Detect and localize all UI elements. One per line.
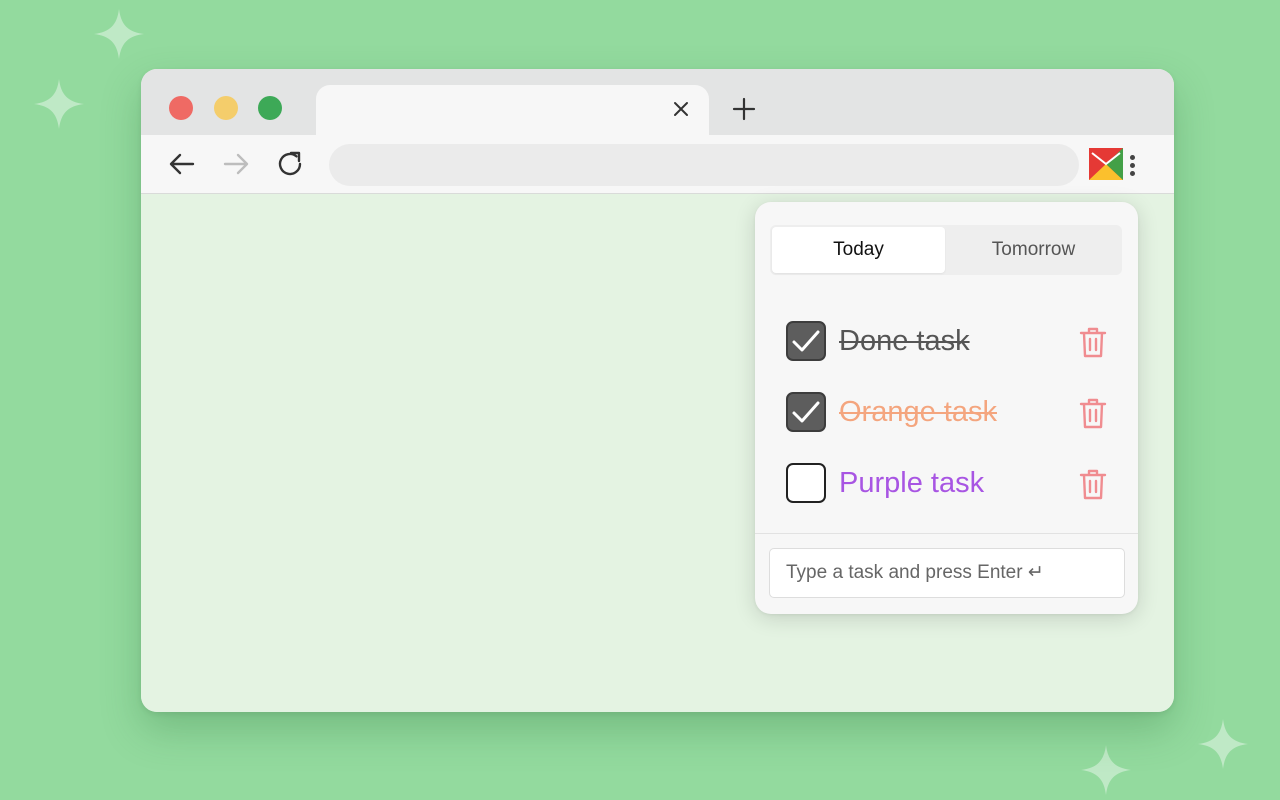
day-switcher: Today Tomorrow <box>770 225 1122 275</box>
close-window-button[interactable] <box>169 96 193 120</box>
sparkle-icon <box>1198 719 1248 769</box>
browser-toolbar <box>141 135 1174 194</box>
browser-tab[interactable] <box>316 85 709 135</box>
task-checkbox[interactable] <box>786 463 826 503</box>
maximize-window-button[interactable] <box>258 96 282 120</box>
reload-icon[interactable] <box>276 150 306 178</box>
task-item: Purple task <box>755 455 1138 509</box>
arrow-right-icon[interactable] <box>221 150 251 178</box>
close-icon[interactable] <box>671 99 691 119</box>
task-item: Done task <box>755 313 1138 367</box>
minimize-window-button[interactable] <box>214 96 238 120</box>
sparkle-icon <box>1081 745 1131 795</box>
checkmark-icon <box>792 330 820 352</box>
title-bar <box>141 69 1174 135</box>
address-bar[interactable] <box>329 144 1079 186</box>
tab-today[interactable]: Today <box>772 227 945 273</box>
todo-extension-icon[interactable] <box>1089 148 1123 180</box>
task-label: Orange task <box>839 396 997 428</box>
kebab-menu-icon[interactable] <box>1122 151 1142 179</box>
trash-icon[interactable] <box>1078 467 1108 501</box>
trash-icon[interactable] <box>1078 325 1108 359</box>
checkmark-icon <box>792 401 820 423</box>
plus-icon[interactable] <box>731 96 757 122</box>
tab-tomorrow[interactable]: Tomorrow <box>947 227 1120 273</box>
task-item: Orange task <box>755 384 1138 438</box>
task-checkbox[interactable] <box>786 392 826 432</box>
task-label: Purple task <box>839 467 985 499</box>
todo-popup: Today Tomorrow Done task Orange task Pur… <box>755 202 1138 614</box>
new-task-input[interactable] <box>769 548 1125 598</box>
trash-icon[interactable] <box>1078 396 1108 430</box>
sparkle-icon <box>34 79 84 129</box>
task-checkbox[interactable] <box>786 321 826 361</box>
arrow-left-icon[interactable] <box>167 150 197 178</box>
divider <box>755 533 1138 534</box>
task-label: Done task <box>839 325 970 357</box>
sparkle-icon <box>94 9 144 59</box>
